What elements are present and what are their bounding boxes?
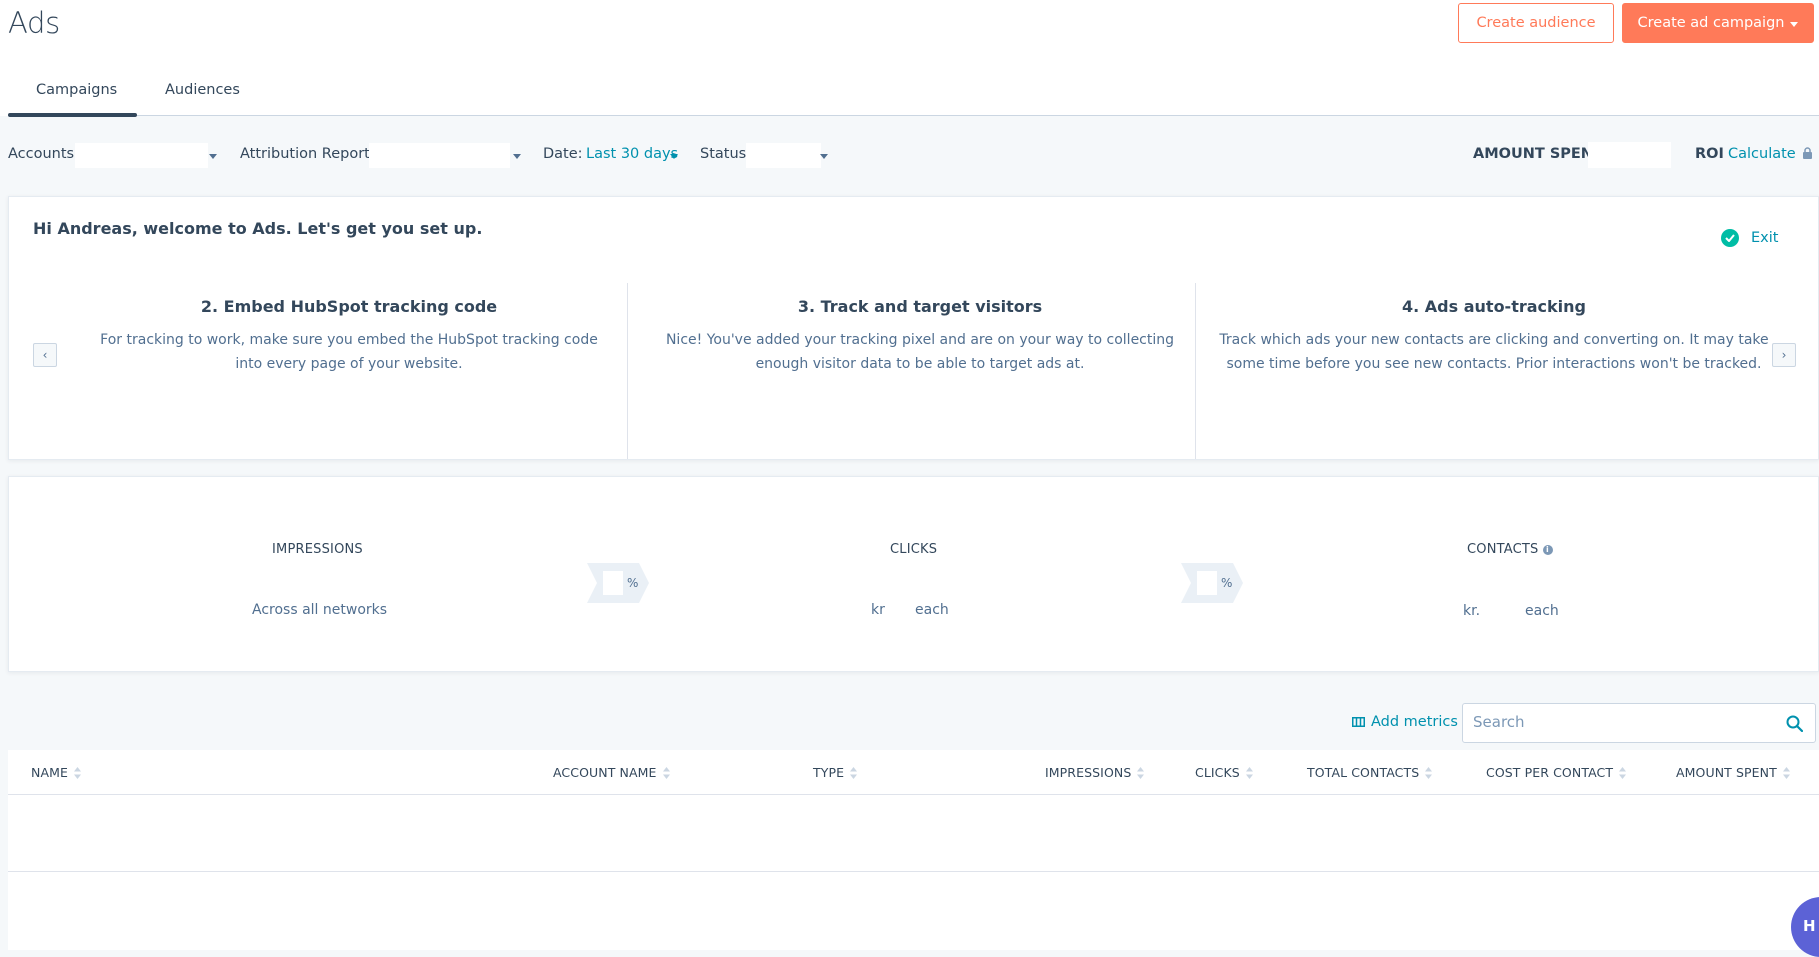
step-description: For tracking to work, make sure you embe… [100,332,598,372]
search-icon[interactable] [1786,715,1803,732]
search-box[interactable] [1462,703,1816,743]
check-circle-icon [1721,229,1739,247]
column-header-amount-spent[interactable]: AMOUNT SPENT [1676,765,1790,780]
column-header-label: IMPRESSIONS [1045,765,1132,780]
chat-launcher-label: H [1803,917,1816,935]
sort-icon [850,766,858,779]
sort-icon [1137,766,1145,779]
welcome-greeting: Hi Andreas, welcome to Ads. Let's get yo… [33,219,483,238]
sort-icon [1782,766,1790,779]
funnel-arrow-icon [1181,563,1243,603]
column-header-label: CLICKS [1195,765,1240,780]
amount-spent-label: AMOUNT SPENT [1473,146,1603,162]
clicks-each: each [915,602,949,618]
roi-label: ROI [1695,146,1724,162]
accounts-select[interactable] [75,143,208,168]
tab-audiences[interactable]: Audiences [165,82,240,98]
add-metrics-button[interactable]: Add metrics [1352,714,1458,730]
table-row-divider [8,871,1819,872]
tab-campaigns[interactable]: Campaigns [36,82,117,98]
tabs-divider [8,115,1819,116]
contacts-currency: kr. [1463,603,1481,619]
sort-icon [1245,766,1253,779]
chevron-down-icon [1790,21,1799,27]
date-select[interactable]: Last 30 days [586,146,678,162]
clicks-title: CLICKS [890,542,938,557]
campaigns-table: NAME ACCOUNT NAME TYPE IMPRESSIONS CLICK… [8,750,1819,950]
setup-step-track: 3. Track and target visitors Nice! You'v… [635,283,1205,459]
header-bar: Ads Create audience Create ad campaign C… [0,0,1819,117]
column-header-type[interactable]: TYPE [813,765,858,780]
active-tab-indicator [8,113,137,117]
step-divider [627,283,628,459]
column-header-label: TOTAL CONTACTS [1307,765,1420,780]
column-header-label: AMOUNT SPENT [1676,765,1777,780]
funnel-arrow-icon [587,563,649,603]
sort-icon [74,766,81,779]
column-header-label: COST PER CONTACT [1486,765,1614,780]
accounts-label: Accounts: [8,146,79,162]
welcome-card: Hi Andreas, welcome to Ads. Let's get yo… [8,196,1819,460]
chevron-left-icon: ‹ [42,348,48,362]
attribution-reports-label: Attribution Reports: [240,146,383,162]
roi-calculate-label: Calculate [1728,146,1796,162]
attribution-chevron-down-icon[interactable] [513,154,521,159]
sort-icon [662,766,670,779]
date-label: Date: [543,146,583,162]
column-header-name[interactable]: NAME [31,765,81,780]
impressions-subtitle: Across all networks [252,602,388,618]
column-header-cost-per-contact[interactable]: COST PER CONTACT [1486,765,1627,780]
carousel-prev-button[interactable]: ‹ [33,343,57,367]
roi-calculate-link[interactable]: Calculate [1728,146,1813,162]
sort-icon [1425,766,1433,779]
step-title: 3. Track and target visitors [797,297,1043,316]
column-header-label: NAME [31,765,68,780]
step-title: 2. Embed HubSpot tracking code [200,297,498,316]
step-divider [1195,283,1196,459]
impressions-to-clicks-percent: % [627,576,639,590]
status-label: Status: [700,146,752,162]
add-metrics-label: Add metrics [1371,714,1458,730]
carousel-next-button[interactable]: › [1772,343,1796,367]
contacts-title: CONTACTS i [1467,542,1553,557]
page-title: Ads [8,6,60,40]
setup-step-embed: 2. Embed HubSpot tracking code For track… [79,283,619,459]
search-input[interactable] [1473,713,1763,731]
create-ad-campaign-button[interactable]: Create ad campaign [1622,3,1814,43]
sort-icon [1619,766,1627,779]
step-title: 4. Ads auto-tracking [1402,297,1586,316]
step-description: Track which ads your new contacts are cl… [1219,332,1769,372]
contacts-title-label: CONTACTS [1467,542,1539,557]
status-select[interactable] [746,143,821,168]
attribution-reports-select[interactable] [369,143,510,168]
metrics-funnel-card: IMPRESSIONS Across all networks % CLICKS… [8,476,1819,672]
clicks-currency: kr [871,602,885,618]
column-header-label: ACCOUNT NAME [553,765,657,780]
column-header-label: TYPE [813,765,845,780]
column-header-clicks[interactable]: CLICKS [1195,765,1253,780]
setup-step-auto-tracking: 4. Ads auto-tracking Track which ads you… [1209,283,1779,459]
accounts-chevron-down-icon[interactable] [209,154,217,159]
date-chevron-down-icon[interactable] [670,154,678,159]
column-header-total-contacts[interactable]: TOTAL CONTACTS [1307,765,1433,780]
contacts-each: each [1525,603,1559,619]
lock-icon [1803,147,1813,159]
exit-button[interactable]: Exit [1721,229,1778,247]
amount-spent-value [1588,142,1671,168]
create-audience-button[interactable]: Create audience [1458,3,1614,43]
step-description: Nice! You've added your tracking pixel a… [665,332,1175,372]
exit-label: Exit [1751,230,1779,246]
info-icon[interactable]: i [1542,545,1553,555]
column-header-impressions[interactable]: IMPRESSIONS [1045,765,1145,780]
impressions-title: IMPRESSIONS [272,542,363,557]
create-ad-campaign-label: Create ad campaign [1637,15,1785,31]
chevron-right-icon: › [1781,348,1787,362]
columns-icon [1352,717,1365,727]
table-header: NAME ACCOUNT NAME TYPE IMPRESSIONS CLICK… [8,750,1819,795]
column-header-account-name[interactable]: ACCOUNT NAME [553,765,670,780]
status-chevron-down-icon[interactable] [820,154,828,159]
clicks-to-contacts-percent: % [1221,576,1233,590]
